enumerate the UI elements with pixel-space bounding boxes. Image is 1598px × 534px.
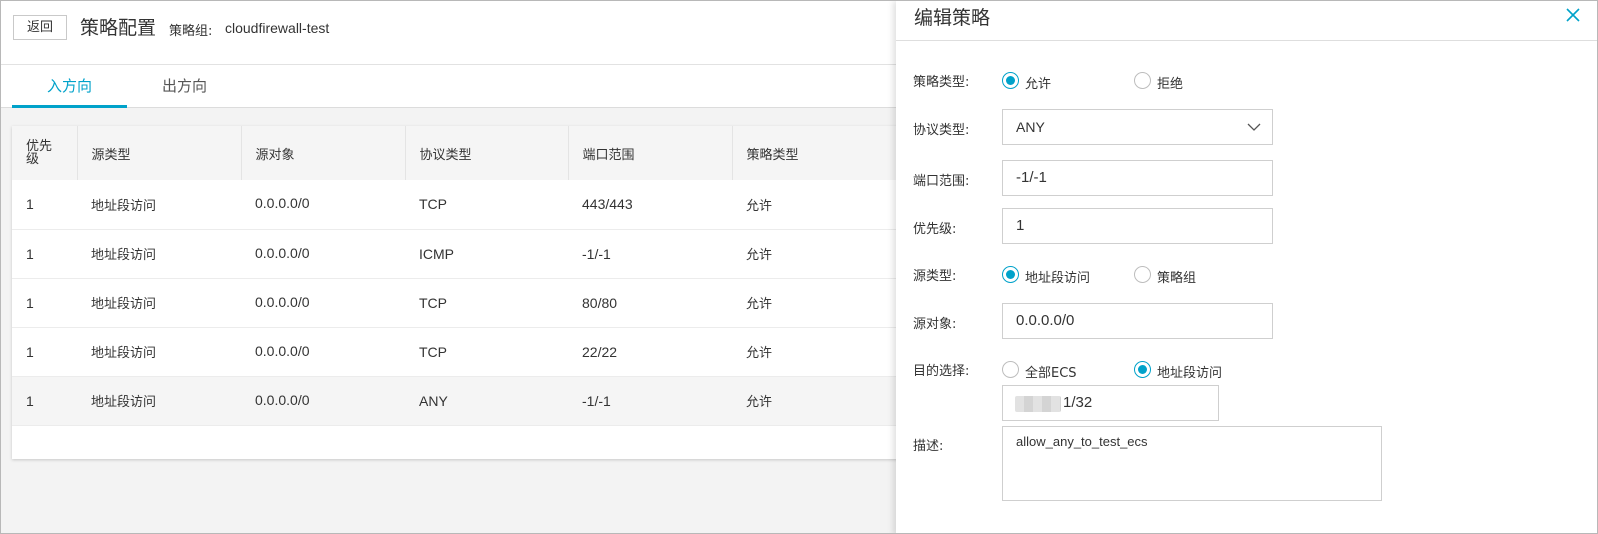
cell-source-type: 地址段访问 [77,278,241,328]
table-row[interactable]: 1 地址段访问 0.0.0.0/0 ANY -1/-1 允许 [12,376,912,426]
cell-port-range: -1/-1 [568,376,732,426]
destination-all-ecs-radio[interactable] [1002,361,1019,378]
column-header-protocol: 协议类型 [405,126,569,180]
rules-table: 优先级 源类型 源对象 协议类型 端口范围 策略类型 1 地址段访问 0.0.0… [12,126,912,459]
table-row[interactable]: 1 地址段访问 0.0.0.0/0 TCP 443/443 允许 [12,180,912,230]
protocol-label: 协议类型: [913,123,970,138]
cell-port-range: 80/80 [568,278,732,328]
cell-port-range: -1/-1 [568,229,732,279]
destination-address-label: 地址段访问 [1157,366,1223,381]
source-type-group-label: 策略组 [1157,271,1197,286]
protocol-select[interactable]: ANY [1002,109,1273,145]
cell-priority: 1 [12,180,77,230]
column-header-policy-type: 策略类型 [732,126,912,180]
cell-priority: 1 [12,376,77,426]
cell-source-type: 地址段访问 [77,376,241,426]
page-title: 策略配置 [80,17,157,39]
port-range-label: 端口范围: [913,174,970,189]
cell-source-type: 地址段访问 [77,229,241,279]
priority-label: 优先级: [913,222,957,237]
cell-policy-type: 允许 [732,278,912,328]
policy-group-label: 策略组: [169,24,213,39]
policy-type-deny-radio[interactable] [1134,72,1151,89]
cell-protocol: TCP [405,278,568,328]
cell-protocol: ANY [405,376,568,426]
table-row[interactable]: 1 地址段访问 0.0.0.0/0 TCP 22/22 允许 [12,327,912,377]
cell-protocol: ICMP [405,229,568,279]
source-type-address-radio[interactable] [1002,266,1019,283]
cell-priority: 1 [12,327,77,377]
cell-port-range: 22/22 [568,327,732,377]
destination-address-input[interactable]: 1/32 [1002,385,1219,421]
back-button[interactable]: 返回 [13,15,67,40]
table-header-row: 优先级 源类型 源对象 协议类型 端口范围 策略类型 [12,126,912,180]
drawer-header: 编辑策略 [896,1,1597,41]
close-icon[interactable] [1565,7,1581,23]
chevron-down-icon [1247,123,1261,131]
policy-type-label: 策略类型: [913,75,970,90]
source-type-group-radio[interactable] [1134,266,1151,283]
tab-outbound[interactable]: 出方向 [127,65,242,108]
edit-policy-drawer: 编辑策略 策略类型: 允许 拒绝 协议类型: ANY 端口范围: -1/-1 优… [896,1,1597,533]
cell-protocol: TCP [405,327,568,377]
description-textarea[interactable]: allow_any_to_test_ecs [1002,426,1382,501]
drawer-title: 编辑策略 [914,7,991,29]
destination-label: 目的选择: [913,364,970,379]
policy-type-allow-radio[interactable] [1002,72,1019,89]
source-object-input[interactable]: 0.0.0.0/0 [1002,303,1273,339]
app-window: 返回 策略配置 策略组: cloudfirewall-test 入方向 出方向 … [0,0,1598,534]
cell-source-object: 0.0.0.0/0 [241,376,405,426]
protocol-select-value: ANY [1016,119,1045,135]
destination-all-ecs-label: 全部ECS [1025,366,1077,381]
cell-source-object: 0.0.0.0/0 [241,327,405,377]
table-row[interactable]: 1 地址段访问 0.0.0.0/0 ICMP -1/-1 允许 [12,229,912,279]
description-label: 描述: [913,439,944,454]
source-type-address-label: 地址段访问 [1025,271,1091,286]
policy-type-deny-label: 拒绝 [1157,77,1184,92]
cell-protocol: TCP [405,180,568,230]
cell-port-range: 443/443 [568,180,732,230]
cell-policy-type: 允许 [732,327,912,377]
destination-address-suffix: 1/32 [1063,394,1093,411]
redacted-ip-blur [1015,396,1061,412]
source-object-label: 源对象: [913,317,957,332]
cell-source-type: 地址段访问 [77,180,241,230]
cell-priority: 1 [12,229,77,279]
cell-policy-type: 允许 [732,180,912,230]
cell-policy-type: 允许 [732,376,912,426]
cell-priority: 1 [12,278,77,328]
policy-group-value: cloudfirewall-test [225,20,330,36]
column-header-priority: 优先级 [12,126,78,180]
cell-source-type: 地址段访问 [77,327,241,377]
source-type-label: 源类型: [913,269,957,284]
port-range-input[interactable]: -1/-1 [1002,160,1273,196]
table-row[interactable]: 1 地址段访问 0.0.0.0/0 TCP 80/80 允许 [12,278,912,328]
priority-input[interactable]: 1 [1002,208,1273,244]
destination-address-radio[interactable] [1134,361,1151,378]
policy-type-allow-label: 允许 [1025,77,1052,92]
column-header-port-range: 端口范围 [568,126,733,180]
cell-policy-type: 允许 [732,229,912,279]
column-header-source-object: 源对象 [241,126,406,180]
cell-source-object: 0.0.0.0/0 [241,180,405,230]
column-header-source-type: 源类型 [77,126,242,180]
tab-inbound[interactable]: 入方向 [12,65,127,108]
cell-source-object: 0.0.0.0/0 [241,278,405,328]
cell-source-object: 0.0.0.0/0 [241,229,405,279]
